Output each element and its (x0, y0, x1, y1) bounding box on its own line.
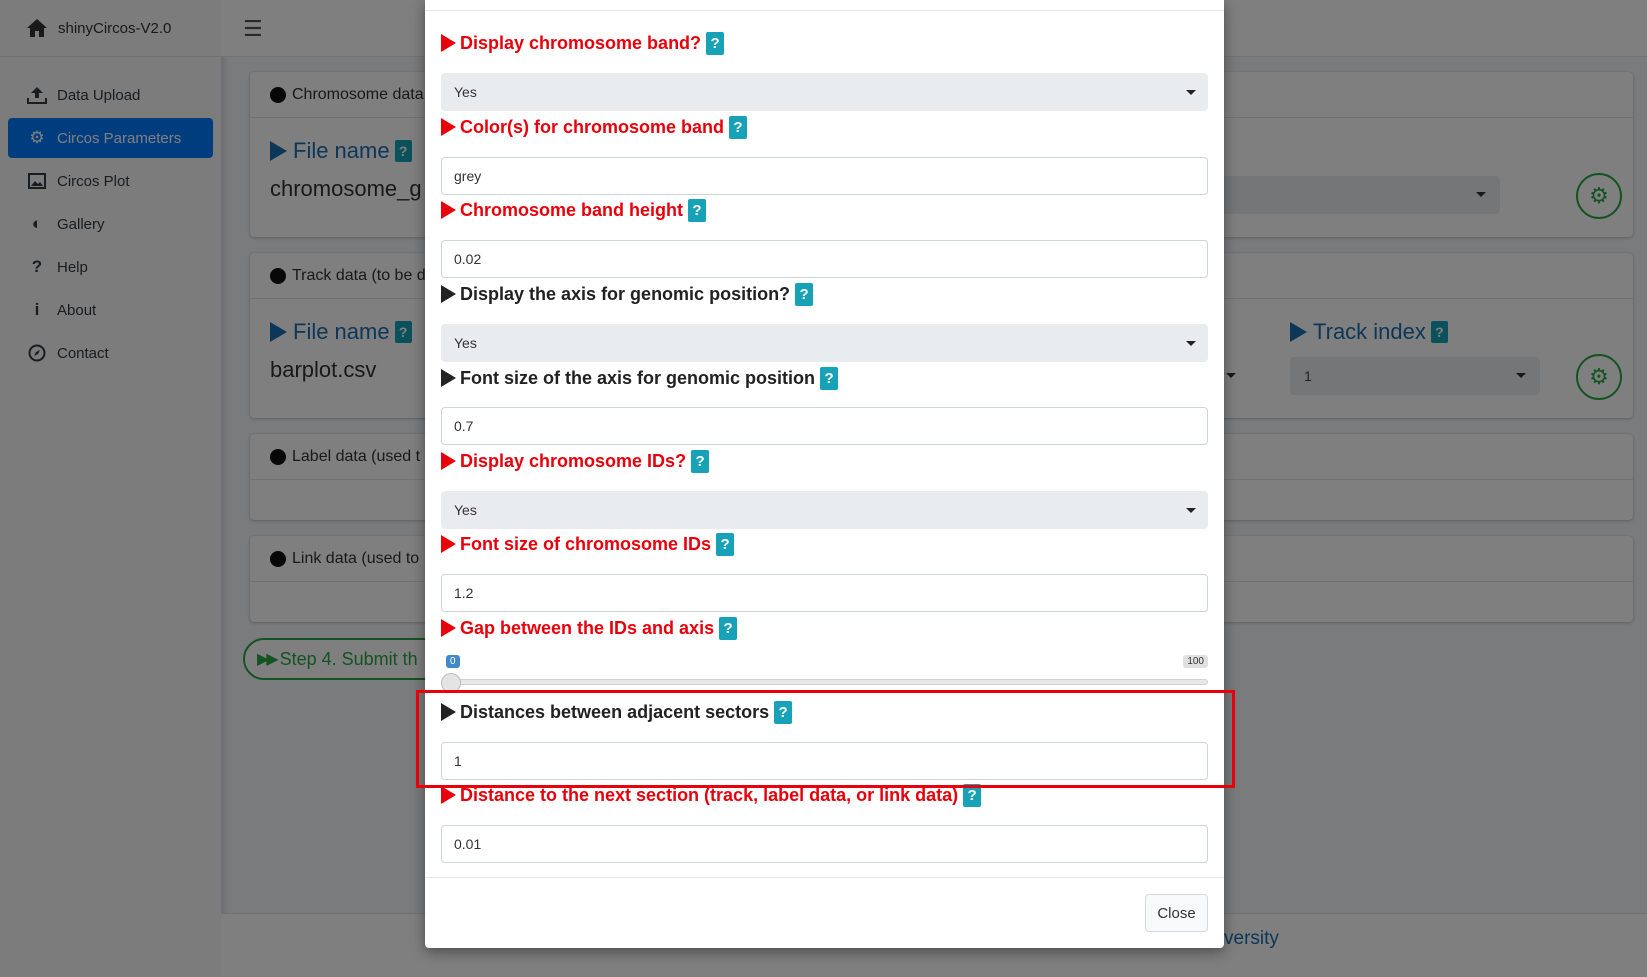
close-button[interactable]: Close (1145, 894, 1208, 932)
play-icon (441, 369, 456, 387)
band-color-input[interactable]: grey (441, 157, 1208, 195)
param-label-text: Chromosome band height (460, 199, 684, 220)
help-badge[interactable]: ? (691, 449, 710, 473)
help-badge[interactable]: ? (716, 532, 735, 556)
play-icon (441, 285, 456, 303)
play-icon (441, 535, 456, 553)
play-icon (441, 118, 456, 136)
param-label-text: Display the axis for genomic position? (460, 283, 791, 304)
display-ids-select[interactable]: Yes (441, 491, 1208, 529)
ids-axis-gap-slider-handle[interactable] (441, 673, 461, 693)
chevron-down-icon (1186, 90, 1196, 95)
play-icon (441, 34, 456, 52)
chevron-down-icon (1186, 508, 1196, 513)
help-badge[interactable]: ? (963, 783, 982, 807)
ids-axis-gap-slider-track[interactable] (441, 679, 1208, 685)
axis-font-size-input[interactable]: 0.7 (441, 407, 1208, 445)
next-section-distance-input[interactable]: 0.01 (441, 825, 1208, 863)
display-axis-select[interactable]: Yes (441, 324, 1208, 362)
param-label-band-height: Chromosome band height ? (441, 197, 707, 223)
help-badge[interactable]: ? (795, 282, 814, 306)
help-badge[interactable]: ? (719, 616, 738, 640)
ids-font-size-input[interactable]: 1.2 (441, 574, 1208, 612)
param-label-text: Distance to the next section (track, lab… (460, 784, 959, 805)
param-label-ids-axis-gap: Gap between the IDs and axis ? (441, 615, 738, 641)
param-label-display-axis: Display the axis for genomic position? ? (441, 281, 814, 307)
param-label-next-section-distance: Distance to the next section (track, lab… (441, 782, 982, 808)
modal-footer-divider (425, 877, 1224, 878)
select-value: Yes (454, 335, 477, 351)
play-icon (441, 786, 456, 804)
help-badge[interactable]: ? (729, 115, 748, 139)
chevron-down-icon (1186, 341, 1196, 346)
param-label-text: Color(s) for chromosome band (460, 116, 725, 137)
select-value: Yes (454, 502, 477, 518)
param-label-text: Display chromosome band? (460, 32, 702, 53)
slider-max-label: 100 (1183, 655, 1208, 668)
param-label-text: Display chromosome IDs? (460, 450, 687, 471)
param-label-text: Font size of the axis for genomic positi… (460, 367, 816, 388)
param-label-display-ids: Display chromosome IDs? ? (441, 448, 710, 474)
play-icon (441, 619, 456, 637)
param-label-ids-font-size: Font size of chromosome IDs ? (441, 531, 735, 557)
play-icon (441, 703, 456, 721)
display-band-select[interactable]: Yes (441, 73, 1208, 111)
param-label-axis-font-size: Font size of the axis for genomic positi… (441, 365, 839, 391)
param-label-text: Distances between adjacent sectors (460, 701, 770, 722)
help-badge[interactable]: ? (706, 31, 725, 55)
play-icon (441, 201, 456, 219)
help-badge[interactable]: ? (774, 700, 793, 724)
slider-current-value: 0 (446, 655, 460, 668)
sector-distance-input[interactable]: 1 (441, 742, 1208, 780)
play-icon (441, 452, 456, 470)
band-height-input[interactable]: 0.02 (441, 240, 1208, 278)
help-badge[interactable]: ? (820, 366, 839, 390)
param-label-band-color: Color(s) for chromosome band ? (441, 114, 748, 140)
select-value: Yes (454, 84, 477, 100)
parameters-modal: Display chromosome band? ? Yes Color(s) … (425, 0, 1224, 948)
help-badge[interactable]: ? (688, 198, 707, 222)
modal-header-divider (425, 10, 1224, 11)
param-label-display-band: Display chromosome band? ? (441, 30, 725, 56)
param-label-sector-distance: Distances between adjacent sectors ? (441, 699, 793, 725)
param-label-text: Gap between the IDs and axis (460, 617, 715, 638)
param-label-text: Font size of chromosome IDs (460, 533, 712, 554)
